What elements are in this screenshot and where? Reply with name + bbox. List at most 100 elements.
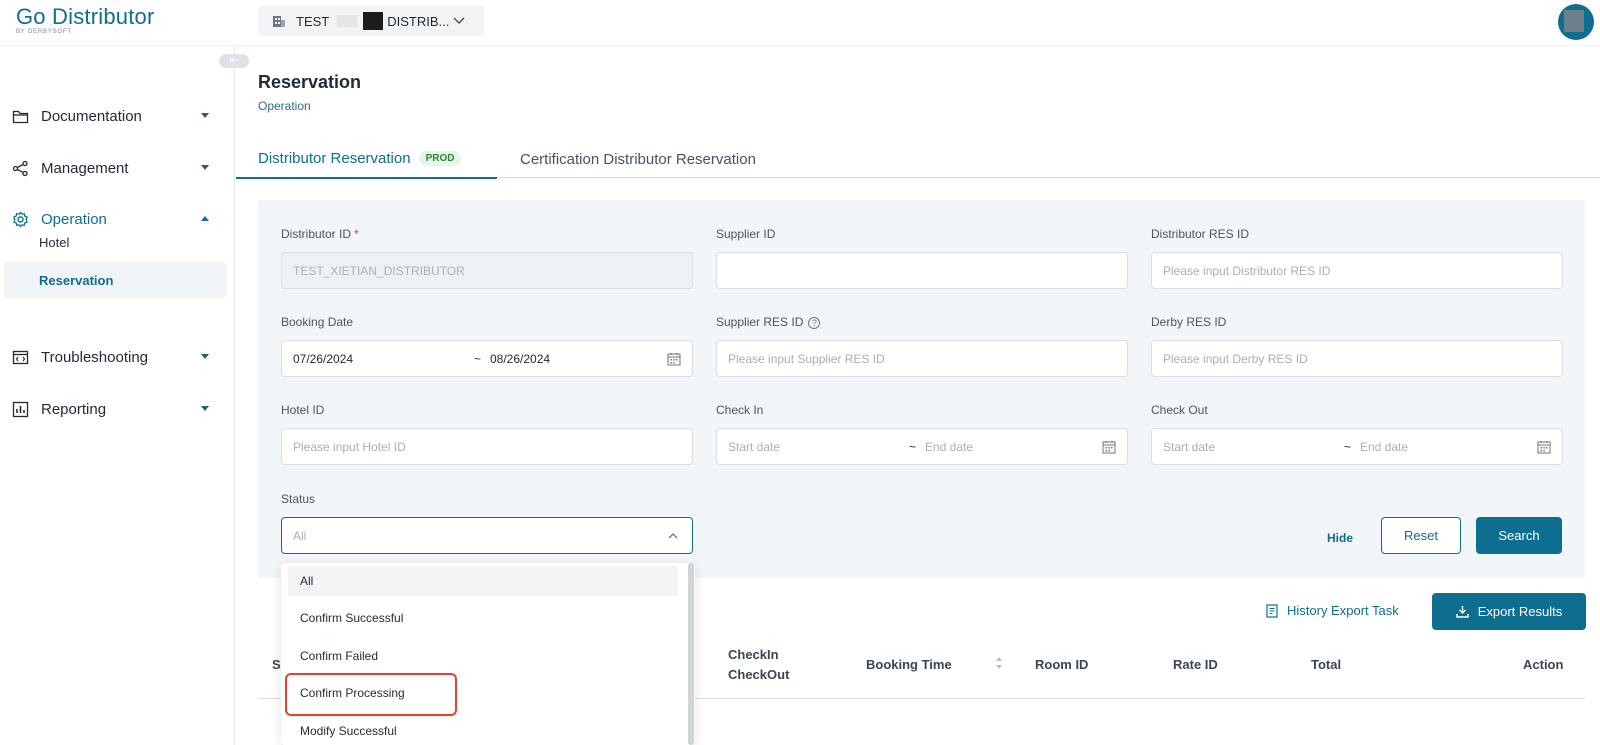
chevron-down-icon [453,17,465,25]
tenant-prefix: TEST [296,13,330,29]
calendar-icon [1537,441,1551,454]
check-in-range[interactable]: Start date ~ End date [716,428,1128,465]
sidebar-subitem-label: Reservation [39,272,114,288]
top-bar: Go Distributor BY DERBYSOFT TEST DISTRIB… [0,0,1600,46]
range-separator: ~ [909,439,917,454]
sidebar: ⇤ Documentation Management Operation Hot… [0,46,249,745]
table-header-booking-time[interactable]: Booking Time [866,657,952,672]
caret-down-icon [201,165,209,170]
table-header-checkout: CheckOut [728,667,790,682]
range-separator: ~ [1344,439,1352,454]
calendar-icon [667,353,681,366]
tab-distributor-reservation[interactable]: Distributor Reservation PROD [236,140,497,179]
chevron-up-icon [668,533,678,539]
tab-certification-distributor-reservation[interactable]: Certification Distributor Reservation [520,140,756,178]
bar-chart-icon [12,401,29,417]
tab-bar: Distributor Reservation PROD Certificati… [236,140,1600,179]
highlight-annotation [285,673,457,716]
caret-up-icon [201,216,209,221]
help-icon[interactable]: ? [808,317,821,329]
download-icon [1456,606,1469,618]
booking-date-start[interactable]: 07/26/2024 [293,352,353,366]
folder-icon [12,110,29,123]
check-out-start[interactable]: Start date [1163,440,1215,454]
sidebar-item-documentation[interactable]: Documentation [0,96,235,136]
document-list-icon [1266,603,1278,618]
supplier-res-id-label: Supplier RES ID? [716,315,821,329]
history-export-task-link[interactable]: History Export Task [1265,603,1399,618]
hide-filters-link[interactable]: Hide [1327,531,1353,545]
distributor-id-field: TEST_XIETIAN_DISTRIBUTOR [281,252,693,289]
sidebar-item-troubleshooting[interactable]: Troubleshooting [0,337,235,377]
history-export-label: History Export Task [1287,603,1399,618]
status-option-confirm-failed[interactable]: Confirm Failed [288,641,678,671]
building-icon [273,16,285,27]
table-header-rate-id: Rate ID [1173,657,1218,672]
distributor-id-label: Distributor ID * [281,227,359,241]
sidebar-subitem-reservation[interactable]: Reservation [4,262,227,298]
status-option-confirm-successful[interactable]: Confirm Successful [288,603,678,633]
supplier-res-id-field[interactable]: Please input Supplier RES ID [716,340,1128,377]
avatar-image [1564,10,1584,32]
distributor-res-id-label: Distributor RES ID [1151,227,1250,241]
status-select[interactable]: All [281,517,693,554]
booking-date-end[interactable]: 08/26/2024 [490,352,550,366]
status-option-modify-successful[interactable]: Modify Successful [288,716,678,745]
sidebar-item-label: Reporting [41,400,107,418]
logo-text: Go Distributor [16,4,155,29]
app-logo[interactable]: Go Distributor BY DERBYSOFT [16,4,155,35]
export-results-label: Export Results [1477,604,1563,619]
sidebar-subitem-label: Hotel [39,234,70,250]
table-header-action: Action [1523,657,1564,672]
code-window-icon [12,350,29,364]
caret-down-icon [201,354,209,359]
table-header-total: Total [1311,657,1342,672]
table-header-checkin: CheckIn [728,647,779,662]
prod-badge: PROD [418,151,462,166]
booking-date-label: Booking Date [281,315,354,329]
table-header-status[interactable]: S [272,657,281,672]
calendar-icon [1102,441,1116,454]
distributor-res-id-field[interactable]: Please input Distributor RES ID [1151,252,1563,289]
tenant-suffix: DISTRIB... [387,13,450,29]
derby-res-id-field[interactable]: Please input Derby RES ID [1151,340,1563,377]
breadcrumb[interactable]: Operation [258,99,311,113]
reset-button[interactable]: Reset [1381,517,1461,554]
status-label: Status [281,492,316,506]
range-separator: ~ [474,351,482,366]
sidebar-item-label: Troubleshooting [41,348,149,366]
tab-label: Certification Distributor Reservation [520,150,756,168]
collapse-sidebar-button[interactable]: ⇤ [219,54,249,68]
sidebar-item-label: Documentation [41,107,142,125]
caret-down-icon [201,113,209,118]
export-results-button[interactable]: Export Results [1432,593,1586,630]
redacted-block [363,12,384,30]
check-in-start[interactable]: Start date [728,440,780,454]
redacted-block [337,15,358,27]
tenant-switcher[interactable]: TEST DISTRIB... [258,6,484,36]
check-out-range[interactable]: Start date ~ End date [1151,428,1563,465]
check-in-label: Check In [716,403,764,417]
required-mark: * [354,227,359,241]
sort-icon[interactable] [995,656,1003,670]
supplier-id-label: Supplier ID [716,227,776,241]
share-icon [12,160,28,176]
sidebar-item-label: Management [41,159,129,177]
status-option-all[interactable]: All [288,566,678,596]
booking-date-range[interactable]: 07/26/2024 ~ 08/26/2024 [281,340,693,377]
tab-label: Distributor Reservation [258,150,411,167]
hotel-id-field[interactable]: Please input Hotel ID [281,428,693,465]
check-in-end[interactable]: End date [925,440,973,454]
sidebar-item-management[interactable]: Management [0,148,235,188]
check-out-end[interactable]: End date [1360,440,1408,454]
avatar[interactable] [1558,4,1594,40]
sidebar-item-reporting[interactable]: Reporting [0,389,235,429]
page-title: Reservation [258,72,362,92]
check-out-label: Check Out [1151,403,1208,417]
supplier-id-field[interactable] [716,252,1128,289]
status-placeholder: All [293,528,307,543]
search-button[interactable]: Search [1476,517,1562,554]
sidebar-subitem-hotel[interactable]: Hotel [4,224,227,260]
caret-down-icon [201,406,209,411]
dropdown-scrollbar[interactable] [688,563,694,745]
